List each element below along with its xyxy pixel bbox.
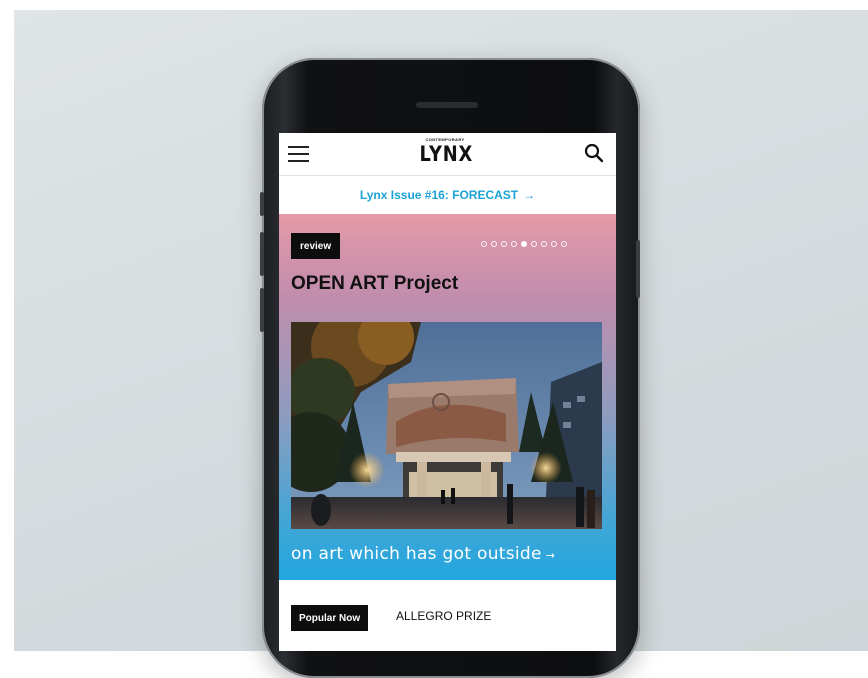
carousel-dot[interactable] [511,241,517,247]
hero-subtitle-link[interactable]: on art which has got outside → [291,544,555,564]
top-navigation-bar: CONTEMPORARY LYNX [279,133,616,176]
carousel-dot[interactable] [561,241,567,247]
carousel-dot[interactable] [541,241,547,247]
arrow-right-icon: → [545,549,556,562]
hero-carousel: review OPEN ART Project on art which has… [279,214,616,580]
phone-screen: CONTEMPORARY LYNX Lynx Issue #16: FORECA… [279,133,616,651]
issue-banner-label: Lynx Issue #16: FORECAST [359,188,519,202]
carousel-dot[interactable] [521,241,527,247]
hero-title[interactable]: OPEN ART Project [291,273,458,295]
phone-power-button [636,240,640,298]
site-logo[interactable]: CONTEMPORARY LYNX [415,137,475,165]
arrow-right-icon: → [523,188,536,202]
phone-side-button [260,192,264,216]
phone-volume-down-button [260,288,264,332]
carousel-dot[interactable] [501,241,507,247]
carousel-dot[interactable] [531,241,537,247]
carousel-dot[interactable] [481,241,487,247]
popular-article-link[interactable]: ALLEGRO PRIZE [396,609,491,623]
hero-subtitle: on art which has got outside [291,544,542,564]
phone-speaker [416,102,478,108]
search-icon[interactable] [584,143,604,163]
hero-image[interactable] [291,322,602,529]
hamburger-menu-icon[interactable] [288,145,309,163]
carousel-pagination [481,241,567,247]
phone-volume-up-button [260,232,264,276]
logo-wordmark: LYNX [419,142,474,166]
carousel-dot[interactable] [491,241,497,247]
issue-banner-link[interactable]: Lynx Issue #16: FORECAST → [279,176,616,214]
category-tag[interactable]: review [291,233,341,259]
popular-now-tag: Popular Now [291,605,369,631]
carousel-dot[interactable] [551,241,557,247]
